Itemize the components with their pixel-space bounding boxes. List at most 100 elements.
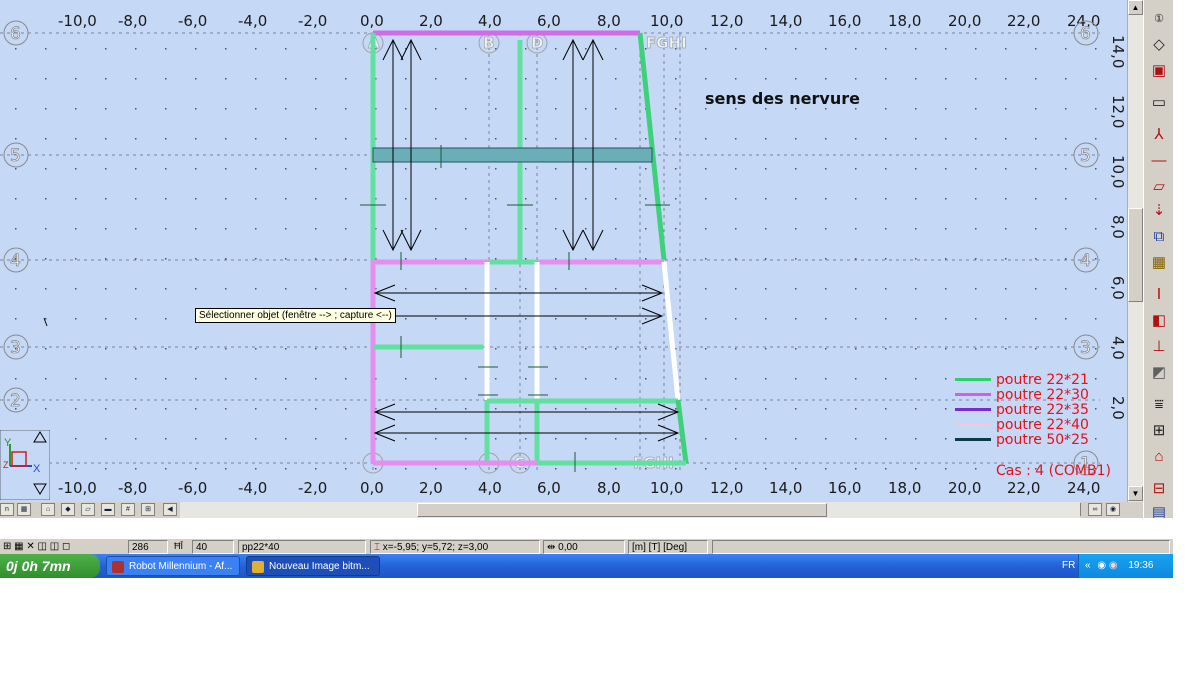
grid-dot — [975, 258, 977, 260]
grid-dot — [645, 438, 647, 440]
tray-arrow-icon[interactable]: « — [1085, 560, 1091, 571]
view-btn-n[interactable]: n — [0, 503, 14, 516]
view-btn-link-icon[interactable]: ∞ — [1088, 503, 1102, 516]
vertical-scrollbar[interactable]: ▲ ▼ — [1127, 0, 1143, 502]
building-icon[interactable]: ⌂ — [1148, 446, 1170, 468]
grid-dot — [765, 168, 767, 170]
grid-dot — [585, 318, 587, 320]
grid-dot — [765, 138, 767, 140]
grid-dot — [75, 288, 77, 290]
grid-dot — [885, 48, 887, 50]
scroll-left-icon[interactable]: ◀ — [163, 503, 177, 516]
view-btn-bar-icon[interactable]: ▬ — [101, 503, 115, 516]
mesh-icon[interactable]: ⧉ — [1148, 226, 1170, 248]
grid-dot — [855, 288, 857, 290]
bar-icon[interactable]: ⅄ — [1148, 124, 1170, 146]
grid-dot — [1005, 108, 1007, 110]
grid-dot — [555, 78, 557, 80]
top-tick: 20,0 — [948, 12, 981, 30]
rib-direction-arrows — [43, 38, 680, 442]
vertical-tick: 10,0 — [1109, 155, 1127, 188]
pencil-icon[interactable]: ◩ — [1148, 362, 1170, 384]
security-icon[interactable]: ◉ — [1109, 560, 1118, 571]
view-btn-panel-icon[interactable]: ▱ — [81, 503, 95, 516]
view-btn-eye-icon[interactable]: ◉ — [1106, 503, 1120, 516]
beams[interactable] — [370, 30, 689, 466]
taskbar-item-paint[interactable]: Nouveau Image bitm... — [246, 556, 380, 576]
start-button[interactable]: 0j 0h 7mn — [0, 554, 100, 578]
grid-dot — [765, 408, 767, 410]
grid-dot — [735, 138, 737, 140]
grid-dot — [165, 78, 167, 80]
scroll-down-icon[interactable]: ▼ — [1128, 486, 1143, 501]
foundation-icon[interactable]: ⊥ — [1148, 336, 1170, 358]
steel-section-icon[interactable]: Ⅰ — [1148, 284, 1170, 306]
frame-icon[interactable]: ⊞ — [1148, 420, 1170, 442]
grid-dot — [855, 348, 857, 350]
grid-dot — [975, 288, 977, 290]
axes-triad[interactable]: Y X Z — [0, 430, 50, 500]
grid-dot — [345, 468, 347, 470]
grid-dot — [825, 438, 827, 440]
grid-dot — [195, 108, 197, 110]
view-btn-home-icon[interactable]: ⌂ — [41, 503, 55, 516]
polyline-icon[interactable]: ◇ — [1148, 34, 1170, 56]
grid-dot — [105, 438, 107, 440]
taskbar-item-robot[interactable]: Robot Millennium - Af... — [106, 556, 240, 576]
calc-icon[interactable]: ▦ — [1148, 252, 1170, 274]
grid-dot — [315, 228, 317, 230]
grid-dot — [915, 408, 917, 410]
grid-dot — [975, 48, 977, 50]
view-btn-grid-icon[interactable]: ▦ — [17, 503, 31, 516]
coords-icon: ⌶ — [374, 542, 380, 553]
view-btn-tree-icon[interactable]: ⊞ — [141, 503, 155, 516]
load-icon[interactable]: ⇣ — [1148, 200, 1170, 222]
network-icon[interactable]: ◉ — [1097, 560, 1106, 571]
svg-text:2: 2 — [10, 391, 21, 411]
grid-dot — [495, 168, 497, 170]
grid-dot — [945, 468, 947, 470]
grid-dot — [915, 258, 917, 260]
grid-dot — [705, 168, 707, 170]
status-units[interactable]: [m] [T] [Deg] — [628, 540, 708, 554]
status-tool-icons[interactable]: ⊞ ▦ ✕ ◫ ◫ ◻ — [0, 540, 94, 554]
grid-dot — [1095, 48, 1097, 50]
grid-dot — [195, 348, 197, 350]
grid-dot — [435, 288, 437, 290]
language-indicator[interactable]: FR — [1062, 554, 1075, 578]
grid-dot — [525, 48, 527, 50]
drawing-canvas[interactable]: -10,0 -8,0 -6,0 -4,0 -2,0 0,0 2,0 4,0 6,… — [0, 0, 1127, 502]
svg-text:4: 4 — [1080, 251, 1091, 271]
grid-dot — [855, 168, 857, 170]
horizontal-scrollbar[interactable] — [180, 502, 1080, 518]
scroll-up-icon[interactable]: ▲ — [1128, 0, 1143, 15]
grid-dot — [255, 48, 257, 50]
grid-dot — [885, 438, 887, 440]
vertical-scroll-thumb[interactable] — [1128, 208, 1143, 302]
support-icon[interactable]: ▣ — [1148, 60, 1170, 82]
horizontal-scroll-thumb[interactable] — [417, 503, 827, 517]
grid-dot — [465, 438, 467, 440]
line-icon[interactable]: — — [1148, 150, 1170, 172]
panel-icon[interactable]: ▱ — [1148, 176, 1170, 198]
grid-dot — [15, 48, 17, 50]
grid-dot — [165, 438, 167, 440]
section-icon[interactable]: ▭ — [1148, 92, 1170, 114]
top-tick: 2,0 — [419, 12, 443, 30]
bottom-axis: -10,0 -8,0 -6,0 -4,0 -2,0 0,0 2,0 4,0 6,… — [58, 479, 1100, 497]
view-btn-support-icon[interactable]: ◆ — [61, 503, 75, 516]
structure-icon[interactable]: ⊟ — [1148, 478, 1170, 500]
grid-dot — [1005, 168, 1007, 170]
node-icon[interactable]: ① — [1148, 8, 1170, 30]
view-btn-number-icon[interactable]: # — [121, 503, 135, 516]
grid-dot — [45, 258, 47, 260]
grid-dot — [465, 318, 467, 320]
grid-dot — [435, 138, 437, 140]
grid-dot — [225, 348, 227, 350]
grid-dot — [705, 198, 707, 200]
bars-icon[interactable]: ⩸ — [1148, 394, 1170, 416]
cube-icon[interactable]: ◧ — [1148, 310, 1170, 332]
grid-dot — [255, 198, 257, 200]
grid-dot — [825, 108, 827, 110]
grid-dots — [15, 48, 1097, 470]
